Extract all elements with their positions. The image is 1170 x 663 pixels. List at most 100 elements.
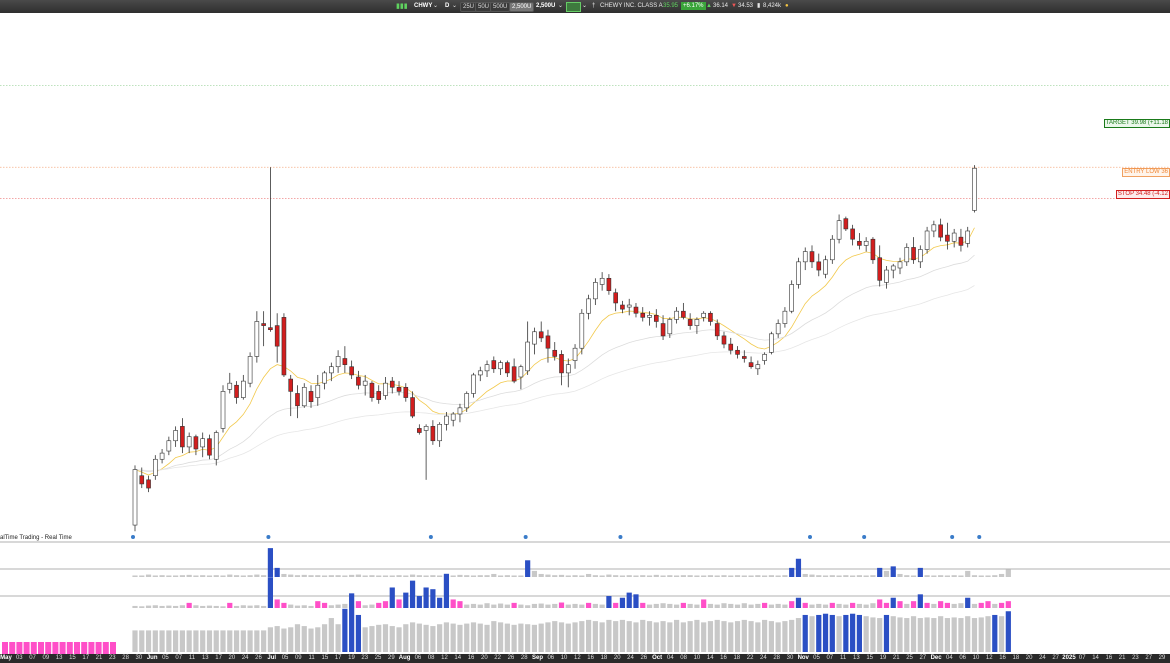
date-axis-label: 25 <box>906 655 913 661</box>
volume-bar <box>978 602 984 608</box>
volume-bar <box>423 624 429 652</box>
volume-bar <box>220 606 226 608</box>
volume-bar <box>389 575 395 577</box>
volume-bar <box>382 575 389 577</box>
volume-bar <box>450 575 456 577</box>
candle-body <box>741 356 747 359</box>
candle-body <box>918 249 923 263</box>
volume-bar <box>836 616 842 652</box>
candle-body <box>714 323 720 337</box>
candle-body <box>816 261 822 271</box>
candle-body <box>274 325 280 347</box>
date-axis-label: 10 <box>560 655 568 661</box>
volume-bar <box>247 605 253 608</box>
volume-bar <box>206 630 213 652</box>
price-chart[interactable] <box>0 13 1170 654</box>
pin-icon[interactable]: † <box>592 3 595 10</box>
unit-button-2500u[interactable]: 2,500U <box>509 2 535 12</box>
candle-body <box>484 364 490 372</box>
volume-bar <box>389 587 395 608</box>
date-axis-label: 14 <box>454 655 462 661</box>
volume-bar <box>355 614 362 652</box>
volume-bar <box>944 618 950 652</box>
volume-bar <box>213 575 219 577</box>
candle-body <box>965 230 971 244</box>
volume-bar <box>328 605 334 608</box>
symbol-dropdown-icon[interactable]: ⌄ <box>433 3 438 10</box>
unit-dropdown-icon[interactable]: ⌄ <box>558 3 563 10</box>
candle-body <box>457 407 463 415</box>
date-axis-label: 19 <box>879 655 887 661</box>
bars-icon[interactable]: ▮▮▮ <box>396 3 408 10</box>
ema-mid-line <box>134 254 975 473</box>
candle-body <box>579 312 585 349</box>
volume-bar <box>132 575 138 577</box>
low-arrow-icon: ▼ <box>731 3 737 9</box>
candle-body <box>931 224 937 232</box>
volume-bar <box>423 575 429 577</box>
volume-bar <box>579 575 585 577</box>
chart-type-icon[interactable] <box>566 2 581 12</box>
date-axis-label: 11 <box>839 655 847 661</box>
date-axis-label: 22 <box>494 655 501 661</box>
volume-bar <box>545 574 551 577</box>
volume-bar <box>491 573 497 577</box>
date-axis-label: 27 <box>1052 655 1060 661</box>
candle-body <box>721 335 727 345</box>
volume-bar <box>599 575 605 577</box>
volume-bar <box>667 575 673 577</box>
volume-bar <box>728 603 734 608</box>
date-axis-label: Jun <box>146 655 158 661</box>
volume-bar-history <box>16 642 23 654</box>
symbol-input[interactable]: CHWY <box>414 3 432 10</box>
candle-body <box>762 354 767 361</box>
candle-body <box>938 224 943 238</box>
volume-bar <box>294 575 301 577</box>
volume-bar <box>247 630 253 652</box>
volume-bar <box>240 630 246 652</box>
volume-bar <box>734 575 741 577</box>
timeframe-select[interactable]: D <box>445 3 449 10</box>
volume-bar <box>890 597 896 608</box>
volume-bar <box>728 575 734 577</box>
candle-body <box>166 440 172 452</box>
volume-bar <box>369 575 375 577</box>
candle-body <box>396 386 402 392</box>
volume-bar <box>850 602 856 608</box>
chart-type-dropdown-icon[interactable]: ⌄ <box>582 3 587 10</box>
volume-bar <box>978 617 984 652</box>
candle-body <box>511 366 517 382</box>
volume-bar <box>870 603 876 608</box>
candle-body <box>796 261 801 285</box>
selected-unit-select[interactable]: 2,500U <box>536 3 555 10</box>
candle-body <box>403 386 409 398</box>
volume-bar <box>152 630 158 652</box>
volume-bar <box>349 574 355 577</box>
volume-bar <box>240 575 246 577</box>
date-axis-label: 08 <box>427 655 435 661</box>
date-axis-label: 24 <box>627 655 634 661</box>
candle-body <box>640 312 646 318</box>
candle-body <box>647 315 652 318</box>
target-level-label: TARGET 39.98 (+11.18 <box>1103 119 1170 128</box>
volume-bar <box>850 613 856 652</box>
volume-bar <box>667 603 673 608</box>
volume-bar <box>376 602 382 608</box>
volume-bar <box>497 622 504 652</box>
volume-bar <box>809 616 815 652</box>
volume-bar <box>816 603 822 608</box>
volume-bar <box>470 603 477 608</box>
volume-bar <box>836 603 842 608</box>
volume-bar <box>965 616 971 652</box>
unit-button-500u[interactable]: 500U <box>490 2 511 12</box>
candle-body <box>850 228 855 240</box>
volume-bar <box>159 575 165 577</box>
date-axis-label: 21 <box>95 655 103 661</box>
volume-bar <box>646 575 653 577</box>
candle-body <box>193 436 199 450</box>
date-axis-label: 10 <box>972 655 980 661</box>
timeframe-dropdown-icon[interactable]: ⌄ <box>452 3 457 10</box>
date-axis-label: 06 <box>959 655 967 661</box>
volume-bar <box>315 575 321 577</box>
volume-bar <box>328 575 334 577</box>
